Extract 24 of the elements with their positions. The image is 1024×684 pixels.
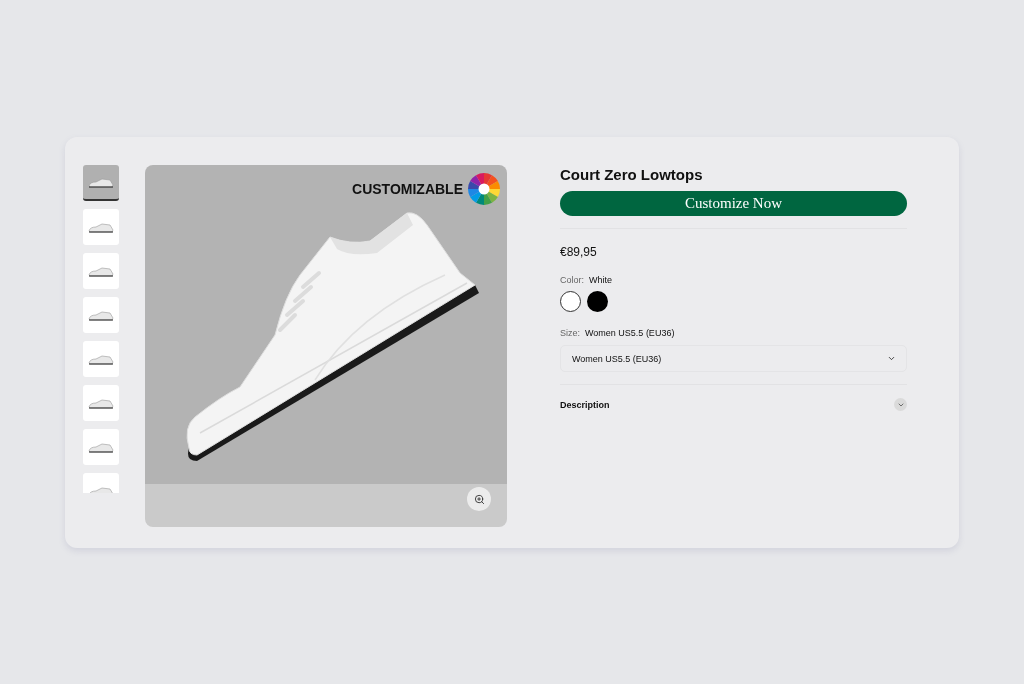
color-label: Color: [560,275,584,285]
product-price: €89,95 [560,245,598,259]
customizable-label: CUSTOMIZABLE [352,181,463,197]
thumbnail-photo[interactable] [83,297,119,333]
thumbnail-photo[interactable] [83,209,119,245]
thumbnail-photo[interactable] [83,429,119,465]
size-select[interactable]: Women US5.5 (EU36) [560,345,907,372]
color-wheel-icon [467,172,501,206]
expand-button[interactable] [894,398,907,411]
thumbnail-photo[interactable] [83,253,119,289]
description-heading: Description [560,399,610,410]
thumbnail-photo[interactable] [83,341,119,377]
size-label: Size: [560,328,580,338]
size-value: Women US5.5 (EU36) [585,328,675,338]
thumbnail-photo[interactable] [83,165,119,201]
zoom-icon [473,493,485,505]
chevron-down-icon [887,354,896,363]
product-title: Court Zero Lowtops [560,166,704,183]
color-swatch[interactable] [560,291,581,312]
thumbnail-photo[interactable] [83,385,119,421]
zoom-button[interactable] [467,487,491,511]
color-swatch[interactable] [587,291,608,312]
color-value: White [589,275,613,285]
customize-button[interactable]: Customize Now [560,191,907,216]
